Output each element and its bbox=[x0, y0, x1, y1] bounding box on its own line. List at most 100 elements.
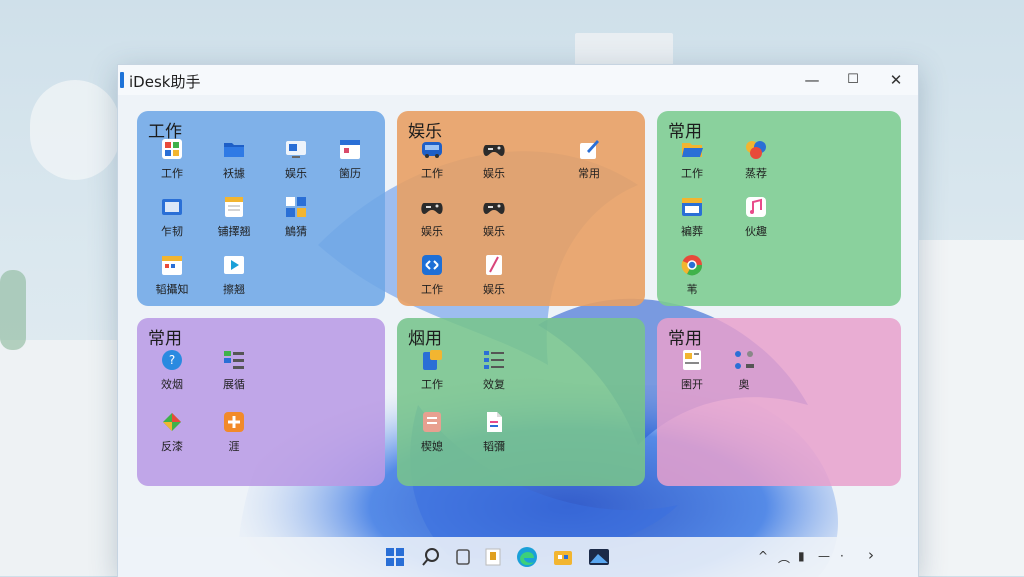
background-plant bbox=[0, 270, 26, 350]
plus-icon bbox=[222, 410, 246, 434]
group-tile: 烟用 工作 效复楔媳 韬彌 bbox=[397, 318, 645, 486]
app-shortcut[interactable]: 反漆 bbox=[143, 410, 201, 454]
app-label: 奥 bbox=[738, 378, 750, 391]
window-icon bbox=[680, 195, 704, 219]
remote-icon bbox=[420, 253, 444, 277]
app-shortcut[interactable]: 工作 bbox=[663, 137, 721, 181]
group-tile: 工作 工作 袄據 娱乐 箘历 乍韧 铺擇翘 鵤猜 韬攝知 擦翘 bbox=[137, 111, 385, 306]
file-explorer-icon[interactable] bbox=[480, 544, 506, 570]
app-shortcut[interactable]: 展循 bbox=[205, 348, 263, 392]
gift-icon bbox=[160, 410, 184, 434]
app-logo bbox=[120, 72, 124, 88]
close-button[interactable]: ✕ bbox=[885, 69, 907, 91]
app-label: 苇 bbox=[686, 283, 698, 296]
app-shortcut[interactable]: 伙趣 bbox=[727, 195, 785, 239]
window-title: iDesk助手 bbox=[129, 73, 201, 91]
palette-icon bbox=[744, 137, 768, 161]
taskbar: ^ ︵ ▮ — · › bbox=[118, 537, 918, 577]
app-shortcut[interactable]: 褊葬 bbox=[663, 195, 721, 239]
group-tile: 常用 圉开 奥 bbox=[657, 318, 901, 486]
group-tile: 常用? 效烟 展循 反漆 涯 bbox=[137, 318, 385, 486]
display-icon bbox=[284, 137, 308, 161]
folder-icon bbox=[222, 137, 246, 161]
tray-arrow[interactable]: › bbox=[868, 546, 874, 564]
app-shortcut[interactable]: ? 效烟 bbox=[143, 348, 201, 392]
app-shortcut[interactable]: 袄據 bbox=[205, 137, 263, 181]
app-shortcut[interactable]: 奥 bbox=[715, 348, 773, 392]
app-shortcut[interactable]: 擦翘 bbox=[205, 253, 263, 297]
app-shortcut[interactable]: 工作 bbox=[403, 253, 461, 297]
svg-text:?: ? bbox=[169, 353, 175, 367]
maximize-button[interactable]: ☐ bbox=[842, 69, 864, 91]
app-shortcut[interactable]: 娱乐 bbox=[465, 253, 523, 297]
group-title: 烟用 bbox=[408, 329, 442, 349]
background-shelf bbox=[0, 340, 120, 576]
app-label: 工作 bbox=[421, 167, 443, 180]
app-shortcut[interactable]: 娱乐 bbox=[403, 195, 461, 239]
app-shortcut[interactable]: 工作 bbox=[143, 137, 201, 181]
app-shortcut[interactable]: 工作 bbox=[403, 137, 461, 181]
app-shortcut[interactable]: 工作 bbox=[403, 348, 461, 392]
app-shortcut[interactable]: 蒸荐 bbox=[727, 137, 785, 181]
group-tile: 娱乐 工作 娱乐 常用 娱乐 娱乐 工作 娱乐 bbox=[397, 111, 645, 306]
app-shortcut[interactable]: 韬彌 bbox=[465, 410, 523, 454]
tray-chevron[interactable]: ^ bbox=[758, 549, 768, 563]
app-shortcut[interactable]: 圉开 bbox=[663, 348, 721, 392]
gamepad-icon bbox=[482, 195, 506, 219]
app-label: 常用 bbox=[578, 167, 600, 180]
player-icon bbox=[222, 253, 246, 277]
app-shortcut[interactable]: 常用 bbox=[560, 137, 618, 181]
app-shortcut[interactable]: 韬攝知 bbox=[143, 253, 201, 297]
app-label: 工作 bbox=[161, 167, 183, 180]
gamepad-icon bbox=[482, 137, 506, 161]
app-shortcut[interactable]: 楔媳 bbox=[403, 410, 461, 454]
sketch-icon bbox=[482, 253, 506, 277]
chrome-icon bbox=[680, 253, 704, 277]
app-shortcut[interactable]: 箘历 bbox=[321, 137, 379, 181]
checklist-icon bbox=[482, 348, 506, 372]
edit-icon bbox=[577, 137, 601, 161]
app-window: iDesk助手 — ☐ ✕ 工作 工作 袄據 娱乐 箘历 乍韧 铺擇翘 鵤猜 韬攝知 擦翘 娱乐 工作… bbox=[117, 64, 919, 577]
app-label: 工作 bbox=[681, 167, 703, 180]
taskview-icon[interactable] bbox=[450, 544, 476, 570]
app-shortcut[interactable]: 娱乐 bbox=[465, 195, 523, 239]
store-icon[interactable] bbox=[550, 544, 576, 570]
photos-icon[interactable] bbox=[586, 544, 612, 570]
app-shortcut[interactable]: 涯 bbox=[205, 410, 263, 454]
app-shortcut[interactable]: 乍韧 bbox=[143, 195, 201, 239]
wifi-icon[interactable]: ︵ bbox=[778, 549, 790, 566]
help-icon: ? bbox=[160, 348, 184, 372]
tray-dot: · bbox=[840, 549, 844, 563]
background-lamp bbox=[30, 80, 120, 180]
start-icon[interactable] bbox=[382, 544, 408, 570]
photo-icon bbox=[160, 195, 184, 219]
app-label: 工作 bbox=[421, 283, 443, 296]
app-label: 袄據 bbox=[223, 167, 245, 180]
app-label: 娱乐 bbox=[483, 283, 505, 296]
edge-icon[interactable] bbox=[514, 544, 540, 570]
app-shortcut[interactable]: 娱乐 bbox=[267, 137, 325, 181]
notes-icon bbox=[222, 195, 246, 219]
minimize-button[interactable]: — bbox=[801, 69, 823, 91]
app-shortcut[interactable]: 效复 bbox=[465, 348, 523, 392]
app-shortcut[interactable]: 娱乐 bbox=[465, 137, 523, 181]
app-label: 箘历 bbox=[339, 167, 361, 180]
app-label: 鵤猜 bbox=[285, 225, 307, 238]
app-label: 韬攝知 bbox=[155, 283, 189, 296]
battery-icon[interactable]: ▮ bbox=[798, 549, 805, 563]
app-shortcut[interactable]: 铺擇翘 bbox=[205, 195, 263, 239]
app-label: 娱乐 bbox=[285, 167, 307, 180]
app-label: 楔媳 bbox=[421, 440, 443, 453]
apps-icon bbox=[732, 348, 756, 372]
app-label: 展循 bbox=[223, 378, 245, 391]
list-icon bbox=[222, 348, 246, 372]
app-label: 圉开 bbox=[681, 378, 703, 391]
document-icon bbox=[420, 410, 444, 434]
app-label: 铺擇翘 bbox=[217, 225, 251, 238]
app-label: 娱乐 bbox=[483, 225, 505, 238]
app-shortcut[interactable]: 鵤猜 bbox=[267, 195, 325, 239]
search-icon[interactable] bbox=[418, 544, 444, 570]
music-icon bbox=[744, 195, 768, 219]
tray-dash: — bbox=[818, 549, 830, 563]
app-shortcut[interactable]: 苇 bbox=[663, 253, 721, 297]
